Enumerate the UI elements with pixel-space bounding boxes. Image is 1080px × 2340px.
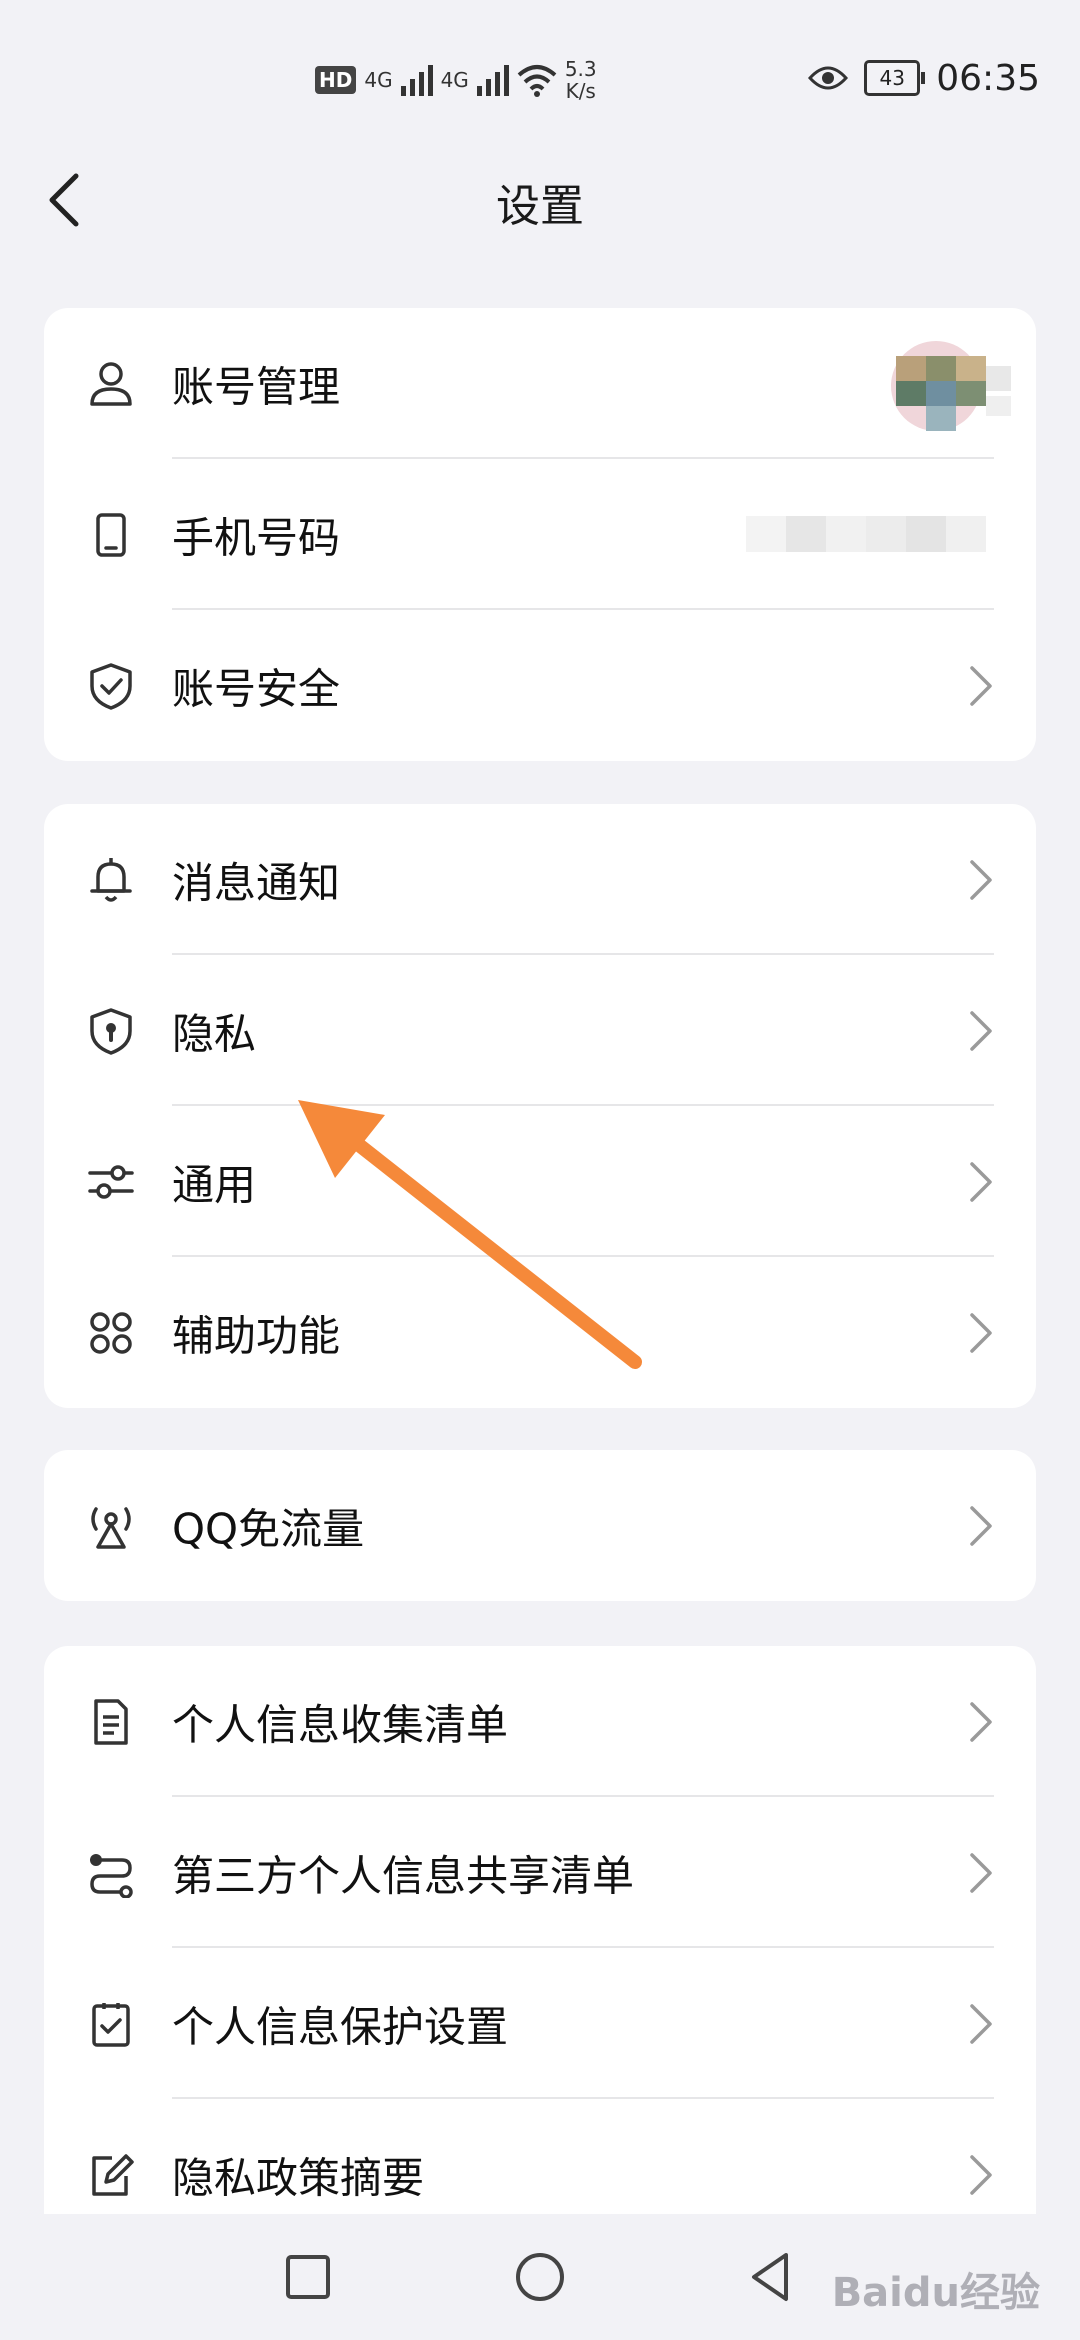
person-icon <box>90 361 132 406</box>
home-icon[interactable] <box>508 2245 572 2309</box>
chevron-right-icon <box>970 1010 992 1051</box>
data-plan-card: QQ免流量 <box>44 1450 1036 1601</box>
settings-item-label: 手机号码 <box>172 513 341 562</box>
settings-item-label: QQ免流量 <box>172 1504 365 1553</box>
general-settings-card: 消息通知 隐私 通用 辅助功能 <box>44 804 1036 1408</box>
phone-icon <box>96 512 126 557</box>
avatar <box>891 341 1011 431</box>
network-speed: 5.3 K/s <box>565 58 597 102</box>
hd-badge: HD <box>315 66 357 94</box>
account-card: 账号管理 手机号码 账号安全 <box>44 308 1036 761</box>
settings-item-label: 辅助功能 <box>172 1311 341 1360</box>
chevron-right-icon <box>970 2003 992 2044</box>
shield-check-icon <box>90 662 132 710</box>
settings-item-account-management[interactable]: 账号管理 <box>44 308 1036 459</box>
settings-item-privacy-policy-summary[interactable]: 隐私政策摘要 <box>44 2099 1036 2214</box>
chevron-right-icon <box>970 1852 992 1893</box>
chevron-right-icon <box>970 1505 992 1546</box>
clock: 06:35 <box>936 57 1040 99</box>
chevron-right-icon <box>970 859 992 900</box>
chevron-right-icon <box>970 1161 992 1202</box>
edit-icon <box>92 2153 134 2196</box>
signal-tower-icon <box>91 1506 131 1549</box>
chevron-right-icon <box>970 1312 992 1353</box>
status-right: 43 06:35 <box>808 50 1040 106</box>
bell-icon <box>90 857 132 902</box>
settings-item-info-collection-list[interactable]: 个人信息收集清单 <box>44 1646 1036 1797</box>
chevron-right-icon <box>970 1701 992 1742</box>
settings-item-third-party-share-list[interactable]: 第三方个人信息共享清单 <box>44 1797 1036 1948</box>
settings-item-notifications[interactable]: 消息通知 <box>44 804 1036 955</box>
settings-item-qq-free-data[interactable]: QQ免流量 <box>44 1450 1036 1601</box>
settings-item-label: 账号安全 <box>172 664 341 713</box>
settings-item-general[interactable]: 通用 <box>44 1106 1036 1257</box>
grid-icon <box>90 1311 132 1354</box>
eye-icon <box>808 66 849 90</box>
wifi-icon <box>517 65 557 97</box>
settings-item-label: 账号管理 <box>172 362 341 411</box>
recent-apps-icon[interactable] <box>276 2245 340 2309</box>
settings-item-label: 隐私 <box>172 1009 257 1058</box>
chevron-right-icon <box>970 665 992 706</box>
settings-item-label: 通用 <box>172 1160 257 1209</box>
signal-icon <box>400 64 433 96</box>
personal-info-card: 个人信息收集清单 第三方个人信息共享清单 个人信息保护设置 隐私政策摘要 <box>44 1646 1036 2214</box>
share-list-icon <box>90 1853 133 1898</box>
battery-indicator: 43 <box>864 60 926 96</box>
settings-item-label: 消息通知 <box>172 858 341 907</box>
speed-value: 5.3 <box>564 57 597 81</box>
back-triangle-icon[interactable] <box>740 2245 804 2309</box>
document-icon <box>94 1698 128 1745</box>
settings-item-phone-number[interactable]: 手机号码 <box>44 459 1036 610</box>
status-left: HD 4G 4G 5.3 K/s <box>315 55 597 105</box>
blurred-phone-number <box>746 516 986 552</box>
settings-item-info-protection-settings[interactable]: 个人信息保护设置 <box>44 1948 1036 2099</box>
settings-item-label: 个人信息收集清单 <box>172 1700 509 1749</box>
settings-item-accessibility[interactable]: 辅助功能 <box>44 1257 1036 1408</box>
system-nav-bar: Baidu经验 <box>0 2215 1080 2340</box>
speed-unit: K/s <box>565 79 596 103</box>
settings-item-label: 隐私政策摘要 <box>172 2153 425 2202</box>
settings-item-privacy[interactable]: 隐私 <box>44 955 1036 1106</box>
settings-item-label: 第三方个人信息共享清单 <box>172 1851 635 1900</box>
top-bar: 设置 <box>0 150 1080 250</box>
settings-item-label: 个人信息保护设置 <box>172 2002 509 2051</box>
page-title: 设置 <box>496 181 584 232</box>
signal-icon-2 <box>476 64 509 96</box>
checklist-icon <box>92 2002 130 2047</box>
sliders-icon <box>88 1164 134 1199</box>
chevron-right-icon <box>970 2154 992 2195</box>
network-type-1: 4G <box>364 68 393 92</box>
privacy-shield-icon <box>90 1007 132 1055</box>
watermark: Baidu经验 <box>831 2270 1040 2316</box>
settings-item-account-security[interactable]: 账号安全 <box>44 610 1036 761</box>
network-type-2: 4G <box>440 68 469 92</box>
status-bar: HD 4G 4G 5.3 K/s 43 06:35 <box>0 0 1080 150</box>
